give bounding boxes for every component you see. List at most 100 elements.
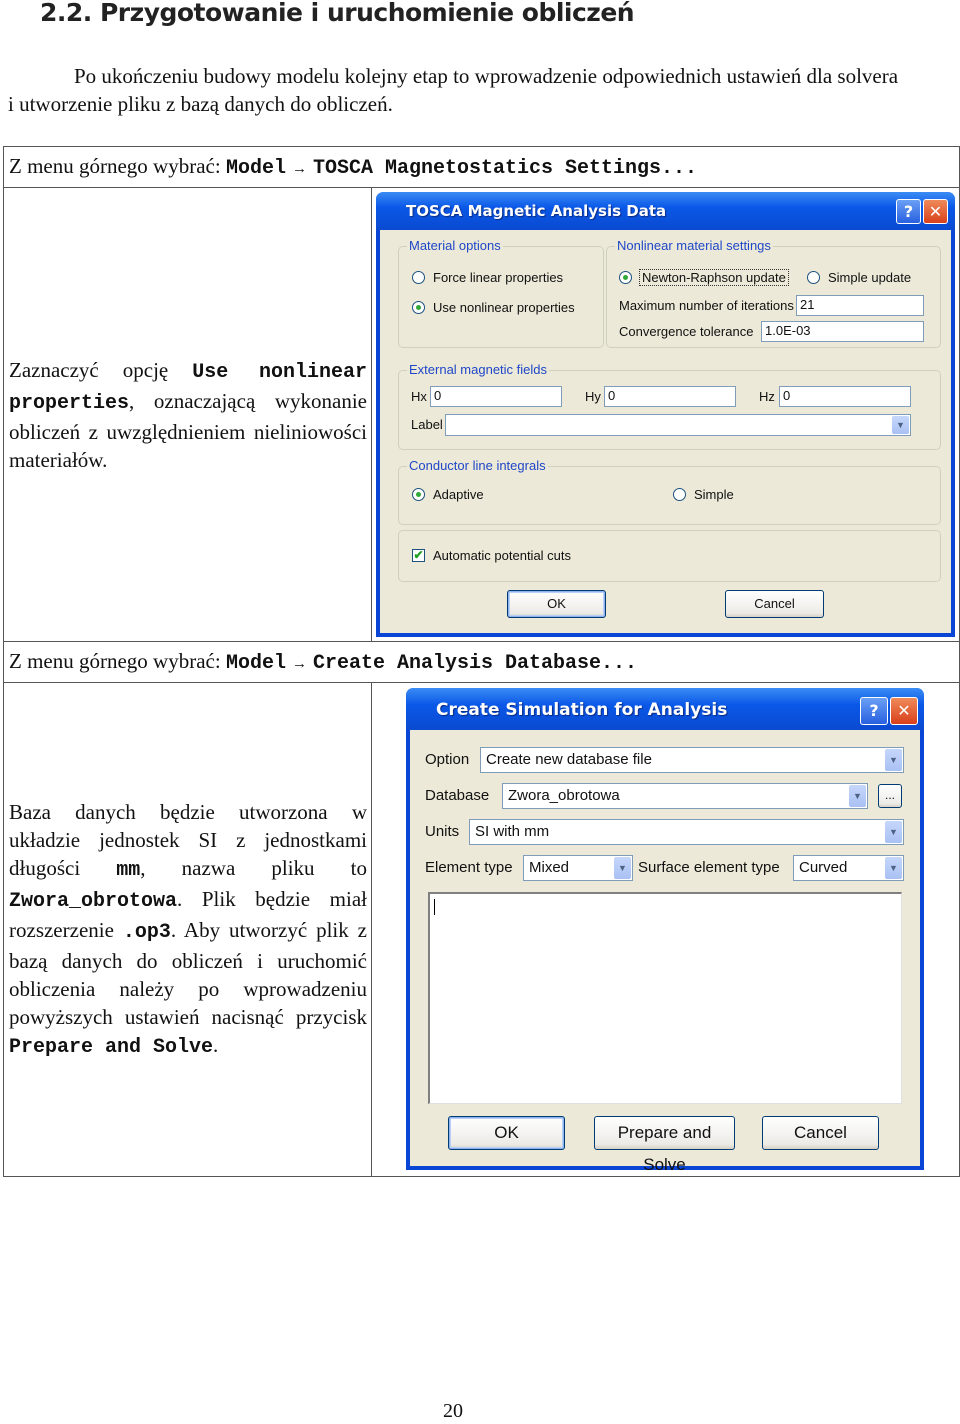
desc-code: .op3 [122, 920, 171, 944]
database-value: Zwora_obrotowa [508, 787, 620, 804]
help-icon[interactable]: ? [896, 199, 921, 224]
help-icon[interactable]: ? [860, 697, 888, 725]
step2-menu-path: Z menu górnego wybrać: Model → Create Anal… [3, 641, 960, 683]
radio-label: Newton-Raphson update [639, 269, 789, 286]
arrow-icon: → [291, 656, 307, 672]
radio-label: Adaptive [433, 487, 484, 502]
chevron-down-icon[interactable]: ▼ [885, 749, 902, 771]
tosca-dialog: TOSCA Magnetic Analysis Data ? ✕ Materia… [376, 192, 955, 637]
hx-input[interactable]: 0 [430, 386, 562, 407]
dialog-title: Create Simulation for Analysis [436, 700, 728, 720]
step1-menu-path: Z menu górnego wybrać: Model → TOSCA Magne… [3, 146, 960, 188]
checkbox-checked-icon: ✔ [412, 548, 425, 562]
arrow-icon: → [291, 161, 307, 177]
element-type-value: Mixed [529, 859, 570, 876]
menu-item: Create Analysis Database... [312, 652, 638, 675]
menu-prefix: Z menu górnego wybrać: [9, 649, 221, 673]
option-label: Option [425, 751, 470, 768]
radio-use-nonlinear[interactable]: Use nonlinear properties [412, 300, 575, 315]
step2-description: Baza danych będzie utworzona w układzie … [3, 682, 372, 1177]
radio-simple-update[interactable]: Simple update [807, 270, 911, 285]
chevron-down-icon[interactable]: ▼ [614, 857, 631, 879]
ok-button[interactable]: OK [507, 590, 606, 618]
hy-input[interactable]: 0 [604, 386, 736, 407]
database-combobox[interactable]: Zwora_obrotowa ▼ [502, 783, 868, 809]
step1-menu-row: Z menu górnego wybrać: Model → TOSCA Magne… [3, 146, 960, 188]
cancel-button[interactable]: Cancel [762, 1116, 879, 1150]
close-icon[interactable]: ✕ [890, 697, 918, 725]
page-number: 20 [443, 1400, 463, 1422]
menu-model: Model [225, 652, 286, 675]
database-label: Database [425, 787, 490, 804]
desc-text: Zaznaczyć opcję [9, 357, 169, 382]
close-icon[interactable]: ✕ [923, 199, 948, 224]
checkbox-label: Automatic potential cuts [433, 548, 572, 563]
radio-selected-icon [619, 271, 632, 284]
element-type-label: Element type [425, 859, 513, 876]
group-label: Conductor line integrals [407, 458, 548, 473]
desc-text: , nazwa pliku to [140, 855, 367, 880]
units-select[interactable]: SI with mm ▼ [469, 819, 904, 845]
conductor-integrals-group: Conductor line integrals Adaptive Simple [398, 458, 941, 525]
section-heading: 2.2. Przygotowanie i uruchomienie oblicz… [40, 0, 635, 27]
dialog-titlebar: Create Simulation for Analysis ? ✕ [406, 688, 924, 730]
cancel-button[interactable]: Cancel [725, 590, 824, 618]
option-value: Create new database file [486, 751, 652, 768]
desc-code: Prepare and Solve [9, 1035, 214, 1059]
radio-label: Simple [694, 487, 734, 502]
tolerance-label: Convergence tolerance [619, 324, 754, 339]
surface-element-type-label: Surface element type [638, 859, 780, 876]
desc-text: . [213, 1032, 219, 1057]
element-type-select[interactable]: Mixed ▼ [523, 855, 633, 881]
step2-screenshot: Create Simulation for Analysis ? ✕ Optio… [371, 682, 960, 1177]
option-select[interactable]: Create new database file ▼ [480, 747, 904, 773]
menu-prefix: Z menu górnego wybrać: [9, 154, 221, 178]
step2-menu-row: Z menu górnego wybrać: Model → Create Anal… [3, 641, 960, 683]
group-label: Material options [407, 238, 503, 253]
hx-label: Hx [411, 389, 427, 404]
hy-label: Hy [585, 389, 601, 404]
browse-button[interactable]: ... [878, 784, 902, 808]
dialog-body: Material options Force linear properties… [380, 230, 951, 633]
automatic-cuts-checkbox[interactable]: ✔ Automatic potential cuts [412, 548, 571, 563]
hz-label: Hz [759, 389, 775, 404]
step1-screenshot: TOSCA Magnetic Analysis Data ? ✕ Materia… [371, 187, 960, 642]
max-iterations-label: Maximum number of iterations [619, 298, 794, 313]
nonlinear-settings-group: Nonlinear material settings Newton-Raphs… [606, 238, 941, 348]
radio-selected-icon [412, 488, 425, 501]
chevron-down-icon[interactable]: ▼ [885, 857, 902, 879]
radio-label: Simple update [828, 270, 912, 285]
material-options-group: Material options Force linear properties… [398, 238, 604, 348]
max-iterations-input[interactable]: 21 [796, 295, 924, 316]
group-label: Nonlinear material settings [615, 238, 773, 253]
radio-simple[interactable]: Simple [673, 487, 734, 502]
radio-label: Force linear properties [433, 270, 564, 285]
radio-icon [673, 488, 686, 501]
radio-newton-raphson[interactable]: Newton-Raphson update [619, 269, 789, 286]
label-combobox[interactable]: ▼ [445, 414, 911, 436]
radio-icon [807, 271, 820, 284]
surface-element-type-value: Curved [799, 859, 848, 876]
menu-item: TOSCA Magnetostatics Settings... [312, 157, 698, 180]
prepare-and-solve-button[interactable]: Prepare and Solve [594, 1116, 735, 1174]
instructions-table: Z menu górnego wybrać: Model → TOSCA Magne… [3, 146, 960, 1177]
desc-code: Zwora_obrotowa [9, 889, 178, 913]
chevron-down-icon[interactable]: ▼ [849, 785, 866, 807]
units-value: SI with mm [475, 823, 550, 840]
surface-element-type-select[interactable]: Curved ▼ [793, 855, 904, 881]
group-label: External magnetic fields [407, 362, 550, 377]
potential-cuts-group: ✔ Automatic potential cuts [398, 530, 941, 582]
chevron-down-icon[interactable]: ▼ [885, 821, 902, 843]
radio-force-linear[interactable]: Force linear properties [412, 270, 563, 285]
hz-input[interactable]: 0 [779, 386, 911, 407]
chevron-down-icon[interactable]: ▼ [892, 416, 909, 434]
ok-button[interactable]: OK [448, 1116, 565, 1150]
dialog-titlebar: TOSCA Magnetic Analysis Data ? ✕ [376, 192, 955, 230]
step1-content-row: Zaznaczyć opcję Use nonlinear properties… [3, 187, 960, 642]
radio-adaptive[interactable]: Adaptive [412, 487, 484, 502]
text-cursor [434, 899, 435, 915]
notes-textarea[interactable] [428, 892, 902, 1104]
label-field-label: Label [411, 417, 443, 432]
radio-selected-icon [412, 301, 425, 314]
tolerance-input[interactable]: 1.0E-03 [761, 321, 924, 342]
